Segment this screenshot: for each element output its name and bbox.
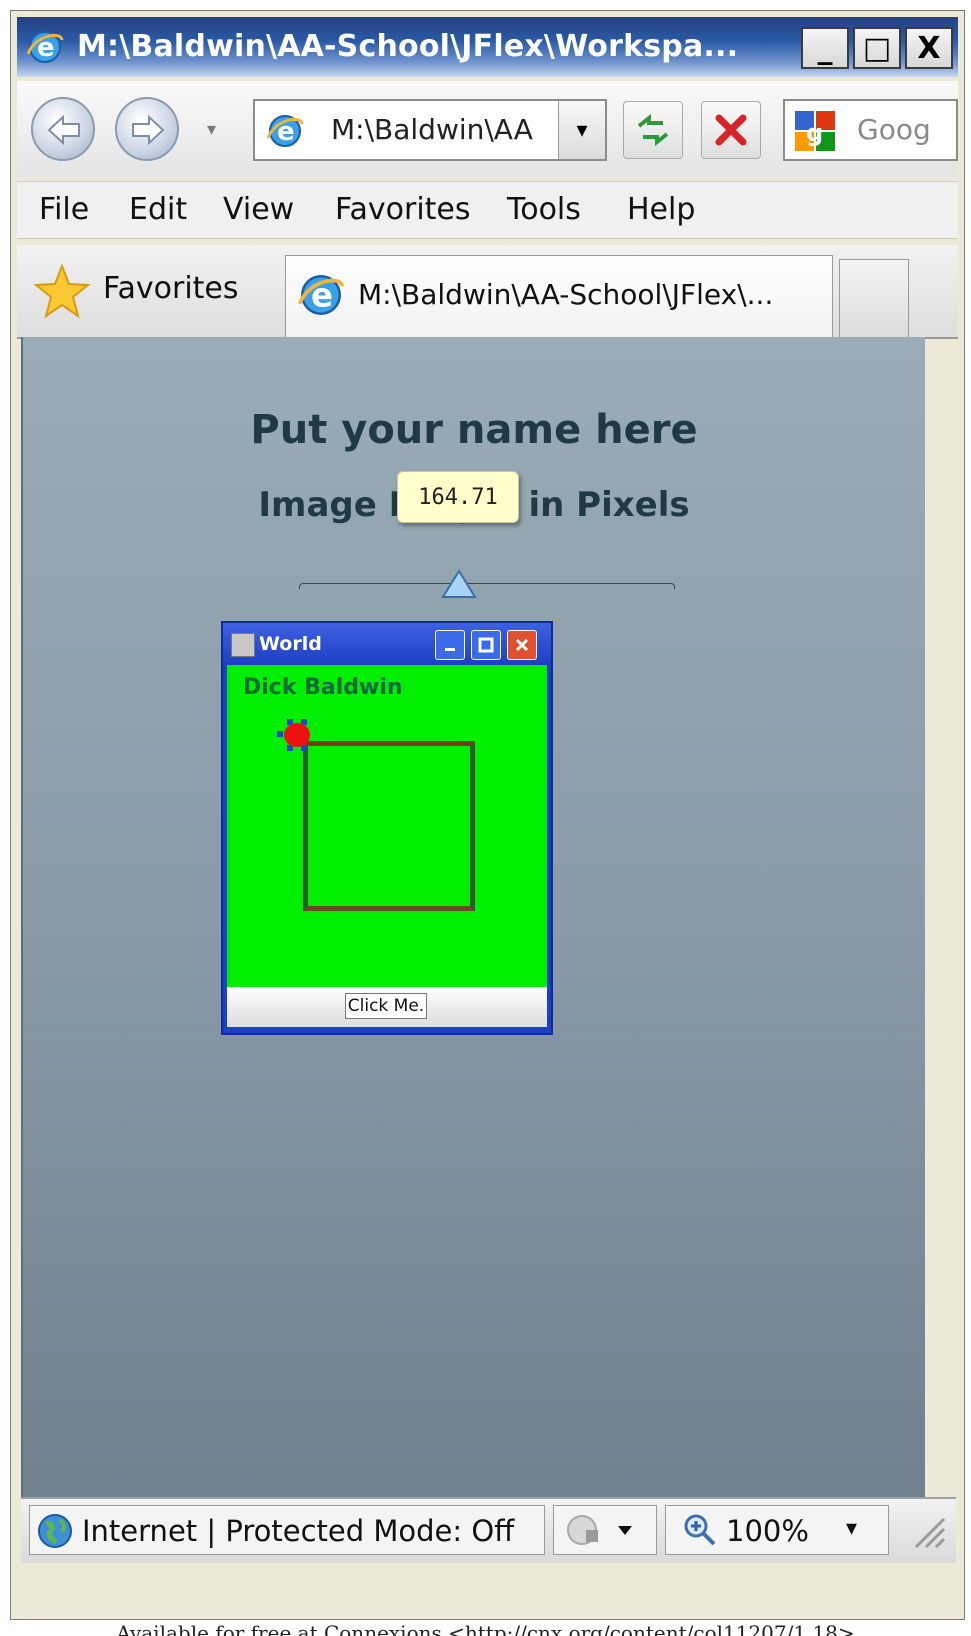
status-bar: Internet | Protected Mode: Off 100% ▾ [21,1497,956,1563]
turtle-icon [275,717,319,757]
favorites-button[interactable] [33,263,91,325]
star-icon [33,263,91,319]
close-button[interactable]: X [905,27,953,69]
java-minimize-button[interactable] [435,630,465,660]
turtle-canvas: Dick Baldwin [227,665,547,987]
height-slider-thumb[interactable] [441,569,477,603]
chevron-down-icon[interactable]: ▾ [846,1516,857,1541]
window-title: M:\Baldwin\AA-School\JFlex\Workspa... [77,29,739,64]
maximize-button[interactable]: □ [853,27,901,69]
back-button[interactable] [31,97,95,161]
stop-icon [715,114,747,146]
magnifier-icon [684,1514,716,1546]
history-dropdown-icon[interactable]: ▾ [207,119,216,140]
minimize-icon [445,648,455,651]
drawn-square [303,741,475,911]
address-bar[interactable]: e M:\Baldwin\AA ▾ [253,99,607,161]
java-close-button[interactable] [507,630,537,660]
close-icon: X [917,30,941,66]
status-zone-text: Internet | Protected Mode: Off [82,1514,515,1548]
search-placeholder[interactable]: Goog [857,113,931,146]
minimize-icon: _ [817,30,833,66]
tab-active[interactable]: e M:\Baldwin\AA-School\JFlex\... [285,255,833,337]
chevron-down-icon: ▾ [576,117,588,143]
address-dropdown-button[interactable]: ▾ [558,101,605,159]
protected-mode-menu[interactable] [553,1505,657,1555]
navigation-bar: ▾ e M:\Baldwin\AA ▾ g Goog [17,81,958,177]
minimize-button[interactable]: _ [801,27,849,69]
stop-button[interactable] [701,101,761,159]
close-icon [515,638,529,652]
back-arrow-icon [47,114,80,146]
lock-icon [567,1515,632,1545]
tab-bar: Favorites e M:\Baldwin\AA-School\JFlex\.… [17,245,958,339]
java-maximize-button[interactable] [471,630,501,660]
tab-label: M:\Baldwin\AA-School\JFlex\... [358,278,774,311]
forward-arrow-icon [132,114,165,146]
page-title: Put your name here [250,407,698,453]
new-tab-button[interactable] [839,259,909,337]
menu-view[interactable]: View [223,192,294,227]
menu-edit[interactable]: Edit [129,192,187,227]
browser-window: e M:\Baldwin\AA-School\JFlex\Workspa... … [10,10,965,1620]
refresh-icon [637,113,669,147]
security-zone[interactable]: Internet | Protected Mode: Off [29,1505,545,1555]
refresh-button[interactable] [623,101,683,159]
address-text[interactable]: M:\Baldwin\AA [331,113,533,146]
resize-grip-icon[interactable] [910,1513,946,1553]
search-box[interactable]: g Goog [783,99,958,161]
page-content: Put your name here Image Height in Pixel… [21,337,925,1497]
java-button-bar: Click Me. [227,987,547,1027]
menu-favorites[interactable]: Favorites [335,192,471,227]
java-window-title: World [259,633,322,655]
internet-explorer-icon: e [296,270,346,324]
menu-file[interactable]: File [39,192,89,227]
svg-text:g: g [806,119,823,147]
title-bar[interactable]: e M:\Baldwin\AA-School\JFlex\Workspa... … [17,17,958,77]
java-app-icon [231,633,255,657]
favorites-label[interactable]: Favorites [103,271,239,306]
java-title-bar[interactable]: World [223,623,551,665]
slider-value-tooltip: 164.71 [397,471,519,523]
globe-icon [36,1512,74,1554]
internet-explorer-icon: e [265,111,305,155]
menu-tools[interactable]: Tools [507,192,581,227]
maximize-icon: □ [862,30,892,66]
zoom-control[interactable]: 100% ▾ [665,1505,889,1555]
java-world-window: World Dick Baldwin Click Me. [221,621,553,1035]
page-caption: Available for free at Connexions <http:/… [116,1621,855,1636]
menu-help[interactable]: Help [627,192,695,227]
height-slider-track[interactable] [299,583,675,589]
turtle-name: Dick Baldwin [243,675,403,700]
menu-bar: File Edit View Favorites Tools Help [17,181,958,239]
maximize-icon [478,637,494,653]
internet-explorer-icon: e [25,27,65,67]
forward-button[interactable] [115,97,179,161]
google-icon: g [793,109,837,153]
click-me-button[interactable]: Click Me. [345,993,427,1019]
zoom-level: 100% [726,1514,809,1548]
